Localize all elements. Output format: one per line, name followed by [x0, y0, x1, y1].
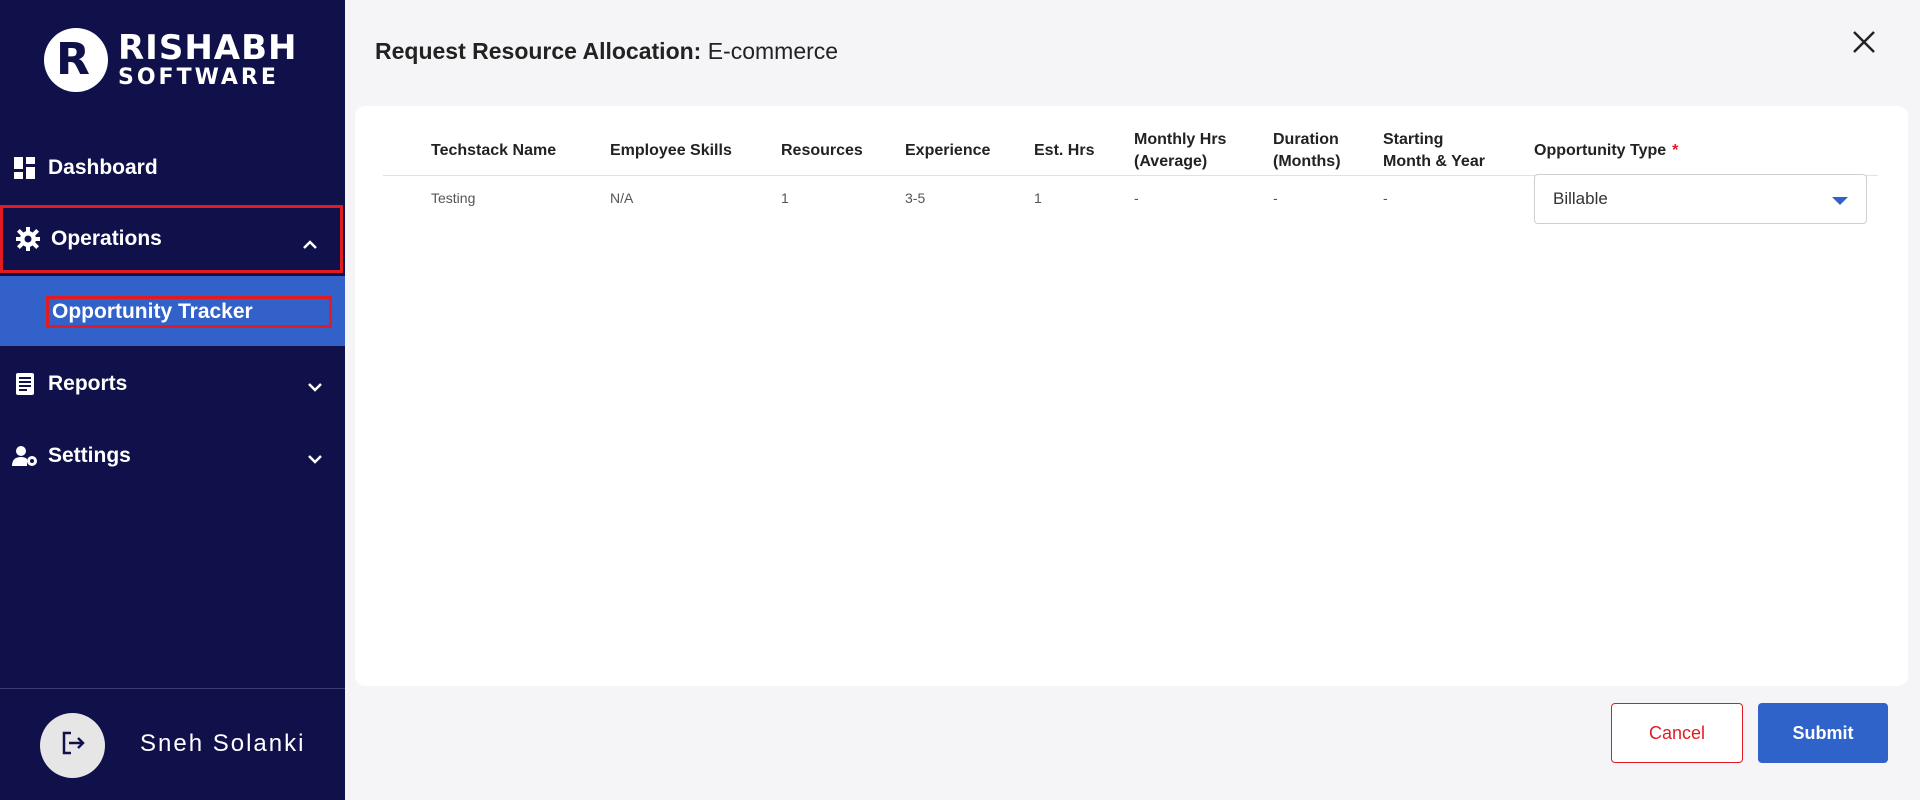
sidebar-item-label: Reports: [48, 372, 128, 395]
sidebar-item-label: Dashboard: [48, 156, 158, 179]
sidebar-divider: [0, 688, 345, 689]
th-monthly-line2: (Average): [1134, 153, 1208, 170]
opportunity-type-select[interactable]: Billable: [1534, 174, 1867, 224]
close-button[interactable]: [1850, 28, 1878, 56]
cell-resources: 1: [781, 190, 789, 206]
user-settings-icon: [12, 443, 38, 469]
th-duration-line2: (Months): [1273, 153, 1341, 170]
dashboard-grid-icon: [12, 155, 38, 181]
logo-text-line1: RISHABH: [118, 28, 298, 68]
logo-mark: R: [44, 28, 108, 92]
sidebar-item-reports[interactable]: Reports: [0, 350, 345, 418]
th-monthly-hrs: Monthly Hrs (Average): [1134, 129, 1226, 173]
sidebar-item-operations[interactable]: Operations: [0, 205, 343, 273]
cell-techstack: Testing: [431, 190, 476, 206]
th-skills: Employee Skills: [610, 142, 732, 159]
cell-est-hrs: 1: [1034, 190, 1042, 206]
th-est-hrs: Est. Hrs: [1034, 142, 1095, 159]
sidebar-item-settings[interactable]: Settings: [0, 422, 345, 490]
table-header: Techstack Name Employee Skills Resources…: [383, 116, 1878, 176]
resource-allocation-dialog: Request Resource Allocation: E-commerce …: [345, 0, 1920, 800]
user-name: Sneh Solanki: [140, 730, 306, 757]
chevron-up-icon: [302, 232, 318, 256]
submit-button[interactable]: Submit: [1758, 703, 1888, 763]
gear-icon: [15, 226, 41, 252]
th-duration: Duration (Months): [1273, 129, 1341, 173]
required-mark: *: [1672, 142, 1679, 159]
sidebar-item-label: Settings: [48, 444, 131, 467]
th-techstack: Techstack Name: [431, 142, 557, 159]
cell-starting: -: [1383, 190, 1388, 206]
dropdown-arrow-icon: [1832, 197, 1848, 205]
th-starting: Starting Month & Year: [1383, 129, 1485, 173]
chevron-down-icon: [307, 446, 323, 470]
th-monthly-line1: Monthly Hrs: [1134, 131, 1227, 148]
th-opp-type-label: Opportunity Type: [1534, 142, 1667, 159]
chevron-down-icon: [307, 374, 323, 398]
company-logo: R RISHABH SOFTWARE: [44, 28, 297, 92]
cell-monthly-hrs: -: [1134, 190, 1139, 206]
opportunity-type-value: Billable: [1553, 189, 1608, 208]
sidebar-item-dashboard[interactable]: Dashboard: [0, 134, 345, 202]
cell-skills: N/A: [610, 190, 634, 206]
close-icon: [1850, 31, 1878, 60]
logout-icon: [59, 729, 87, 762]
th-resources: Resources: [781, 142, 863, 159]
logout-button[interactable]: [40, 713, 105, 778]
cell-duration: -: [1273, 190, 1278, 206]
page-title: Request Resource Allocation: E-commerce: [375, 38, 838, 65]
cancel-button[interactable]: Cancel: [1611, 703, 1743, 763]
report-icon: [12, 371, 38, 397]
th-starting-line2: Month & Year: [1383, 153, 1485, 170]
sidebar: R RISHABH SOFTWARE Dashboard Operations …: [0, 0, 345, 800]
sidebar-item-label: Operations: [51, 227, 162, 250]
th-experience: Experience: [905, 142, 991, 159]
th-opportunity-type: Opportunity Type *: [1534, 140, 1678, 162]
allocation-table-card: Techstack Name Employee Skills Resources…: [355, 106, 1908, 686]
cell-experience: 3-5: [905, 190, 926, 206]
sidebar-item-opportunity-tracker[interactable]: Opportunity Tracker: [46, 296, 332, 328]
operations-submenu: Opportunity Tracker: [0, 276, 345, 346]
title-value: E-commerce: [701, 38, 839, 64]
th-duration-line1: Duration: [1273, 131, 1339, 148]
logo-mark-letter: R: [56, 34, 90, 85]
title-prefix: Request Resource Allocation:: [375, 38, 702, 64]
logo-text-line2: SOFTWARE: [118, 65, 279, 90]
th-starting-line1: Starting: [1383, 131, 1444, 148]
